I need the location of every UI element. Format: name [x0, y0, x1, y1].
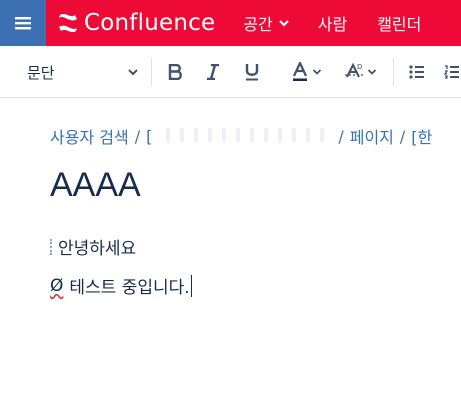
menu-button[interactable]: [0, 0, 46, 46]
paragraph-text: 테스트 중입니다.: [69, 278, 190, 298]
nav-people-label: 사람: [317, 15, 348, 34]
text-cursor: [190, 274, 192, 297]
nav-calendar[interactable]: 캘린더: [377, 11, 421, 35]
paragraph-style-label: 문단: [27, 63, 55, 82]
top-navigation-bar: Confluence 공간 사람 캘린더: [0, 0, 461, 46]
text-color-icon: [292, 62, 307, 81]
underline-icon: [245, 64, 259, 81]
text-color-button[interactable]: [286, 46, 326, 97]
breadcrumb-separator: /: [338, 126, 344, 146]
breadcrumb-separator: /: [399, 126, 406, 146]
breadcrumb-pages[interactable]: 페이지: [350, 124, 394, 148]
text-style-icon: D: [344, 62, 363, 78]
confluence-logo[interactable]: Confluence: [58, 10, 215, 36]
italic-icon: [207, 64, 219, 80]
bold-button[interactable]: [164, 46, 186, 97]
breadcrumb-bracket: [: [146, 126, 153, 146]
chevron-down-icon: [278, 20, 289, 27]
italic-button[interactable]: [202, 46, 224, 97]
hamburger-icon: [15, 17, 31, 30]
underline-button[interactable]: [241, 46, 263, 97]
numbered-list-icon: [444, 65, 459, 79]
nav-spaces[interactable]: 공간: [243, 11, 289, 35]
paragraph-marker: [50, 238, 52, 255]
redacted-text: [156, 127, 329, 142]
paragraph-style-select[interactable]: 문단: [27, 46, 139, 97]
text-style-button[interactable]: D: [340, 46, 380, 97]
confluence-x-icon: [59, 14, 77, 32]
breadcrumb: 사용자 검색 / [ / 페이지 / [한: [50, 124, 432, 148]
chevron-down-icon: [367, 69, 376, 75]
toolbar-divider: [151, 58, 152, 86]
svg-text:D: D: [357, 63, 362, 71]
bullet-list-icon: [409, 65, 424, 79]
nav-calendar-label: 캘린더: [377, 15, 422, 34]
body-paragraph[interactable]: Ø 테스트 중입니다.: [50, 273, 192, 298]
breadcrumb-user-search[interactable]: 사용자 검색: [50, 124, 129, 148]
bullet-list-button[interactable]: [406, 46, 428, 97]
chevron-down-icon: [128, 69, 138, 76]
page-title[interactable]: AAAA: [50, 166, 141, 205]
bold-icon: [168, 64, 182, 80]
breadcrumb-redacted-space[interactable]: [: [146, 127, 332, 146]
paragraph-text: 안녕하세요: [58, 239, 137, 259]
nav-people[interactable]: 사람: [318, 11, 347, 35]
brand-name: Confluence: [84, 10, 216, 36]
spellcheck-marker: Ø: [50, 275, 64, 296]
chevron-down-icon: [312, 69, 321, 75]
editor-toolbar: 문단 D: [0, 46, 461, 98]
body-paragraph[interactable]: 안녕하세요: [50, 234, 136, 259]
toolbar-divider: [393, 58, 394, 86]
breadcrumb-separator: /: [134, 126, 141, 146]
breadcrumb-current-parent[interactable]: [한: [411, 124, 432, 148]
nav-spaces-label: 공간: [243, 15, 273, 34]
numbered-list-button[interactable]: [444, 46, 461, 97]
